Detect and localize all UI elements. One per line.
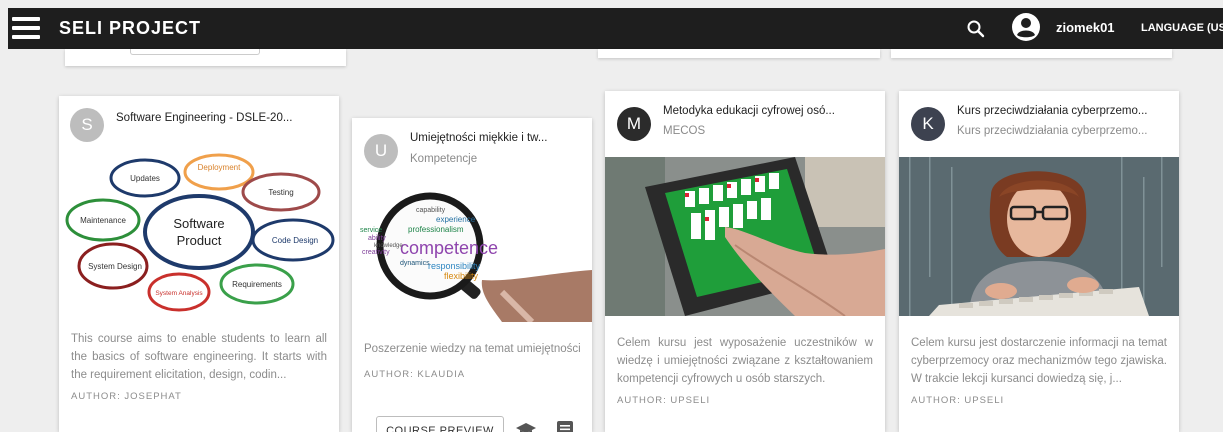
course-card[interactable]: K Kurs przeciwdziałania cyberprzemo... K… xyxy=(899,91,1179,432)
account-circle-icon[interactable] xyxy=(1011,12,1041,42)
content-list-icon[interactable] xyxy=(557,421,573,432)
menu-icon[interactable] xyxy=(12,17,40,39)
diagram-center-line2: Product xyxy=(177,233,222,248)
course-description: This course aims to enable students to l… xyxy=(71,333,327,381)
course-title[interactable]: Metodyka edukacji cyfrowej osó... xyxy=(663,103,877,119)
word: creativity xyxy=(362,249,390,256)
course-image: Software Product Deployment Testing Code… xyxy=(59,148,339,313)
word: capability xyxy=(416,207,446,214)
diagram-petal-label: Maintenance xyxy=(80,216,126,225)
top-app-bar: SELI PROJECT ziomek01 LANGUAGE (US xyxy=(8,8,1223,49)
diagram-petal-label: Updates xyxy=(130,174,160,183)
diagram-petal-label: System Design xyxy=(88,262,142,271)
course-preview-button[interactable]: COURSE PREVIEW xyxy=(376,416,504,432)
course-subtitle: Kurs przeciwdziałania cyberprzemo... xyxy=(957,125,1148,137)
word: experience xyxy=(436,215,476,224)
word-main: competence xyxy=(400,238,498,258)
diagram-petal-label: System Analysis xyxy=(155,290,203,297)
word: responsibility xyxy=(428,261,481,271)
word: ability xyxy=(368,235,386,242)
course-avatar: M xyxy=(617,107,651,141)
course-card[interactable]: S Software Engineering - DSLE-20... Soft… xyxy=(59,96,339,432)
word: dynamics xyxy=(400,260,430,267)
course-image: competence responsibility flexibility ex… xyxy=(352,188,592,322)
course-description: Poszerzenie wiedzy na temat umiejętności xyxy=(364,343,581,355)
course-description: Celem kursu jest dostarczenie informacji… xyxy=(911,337,1167,385)
diagram-petal-label: Deployment xyxy=(198,163,241,172)
course-subtitle: MECOS xyxy=(663,125,706,137)
course-avatar: U xyxy=(364,134,398,168)
course-card[interactable]: M Metodyka edukacji cyfrowej osó... MECO… xyxy=(605,91,885,432)
search-icon[interactable] xyxy=(966,19,986,39)
course-author: AUTHOR: UPSELI xyxy=(617,395,711,406)
graduation-cap-icon[interactable] xyxy=(516,422,536,432)
diagram-petal-label: Code Design xyxy=(272,236,318,245)
course-title[interactable]: Umiejętności miękkie i tw... xyxy=(410,130,586,146)
course-image xyxy=(899,157,1179,316)
course-title[interactable]: Software Engineering - DSLE-20... xyxy=(116,110,330,126)
previous-card-button[interactable] xyxy=(130,49,260,55)
course-image xyxy=(605,157,885,316)
word: service xyxy=(360,227,382,234)
word: flexibility xyxy=(444,271,479,281)
course-title[interactable]: Kurs przeciwdziałania cyberprzemo... xyxy=(957,103,1171,119)
brand-title[interactable]: SELI PROJECT xyxy=(59,14,201,42)
word: knowledge xyxy=(374,243,403,249)
previous-card-bottom xyxy=(598,49,880,58)
course-description: Celem kursu jest wyposażenie uczestników… xyxy=(617,337,873,385)
course-author: AUTHOR: JOSEPHAT xyxy=(71,391,182,402)
language-selector[interactable]: LANGUAGE (US xyxy=(1141,18,1223,38)
course-avatar: S xyxy=(70,108,104,142)
course-subtitle: Kompetencje xyxy=(410,153,478,165)
previous-card-bottom xyxy=(891,49,1172,58)
diagram-center-line1: Software xyxy=(173,216,224,231)
word: professionalism xyxy=(408,225,464,234)
diagram-petal-label: Requirements xyxy=(232,280,282,289)
diagram-petal-label: Testing xyxy=(268,188,293,197)
course-author: AUTHOR: KLAUDIA xyxy=(364,369,466,380)
username[interactable]: ziomek01 xyxy=(1056,18,1115,38)
previous-card-bottom xyxy=(65,49,346,66)
course-author: AUTHOR: UPSELI xyxy=(911,395,1005,406)
course-card[interactable]: U Umiejętności miękkie i tw... Kompetenc… xyxy=(352,118,592,432)
software-product-diagram: Software Product Deployment Testing Code… xyxy=(65,153,335,312)
course-avatar: K xyxy=(911,107,945,141)
